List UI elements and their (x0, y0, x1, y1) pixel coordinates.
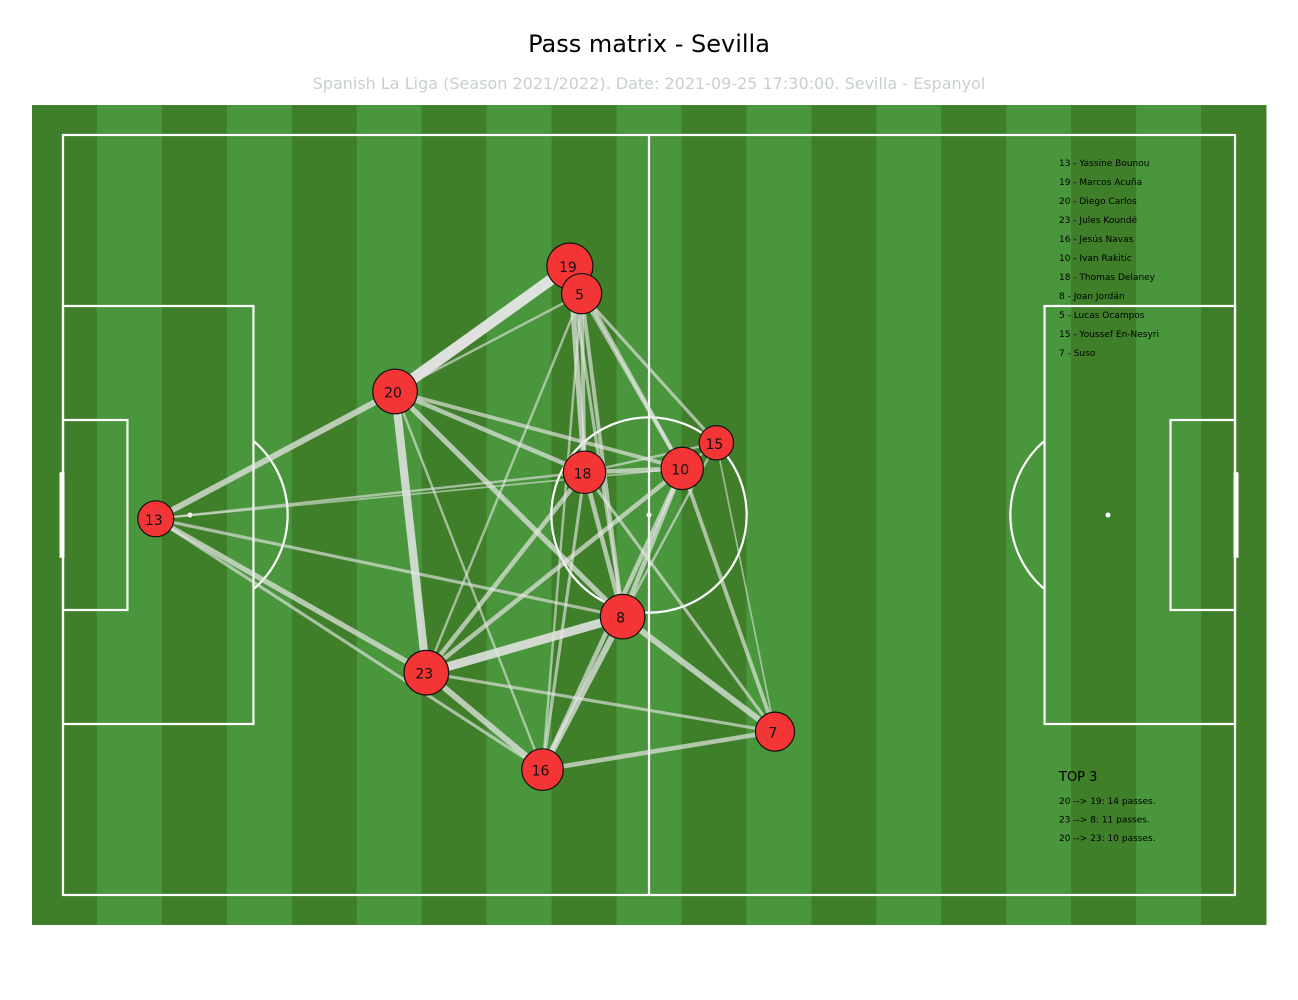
player-number-23: 23 (415, 667, 433, 683)
legend-entry: 10 - Ivan Rakitic (1059, 254, 1132, 264)
grass-stripe (811, 105, 877, 925)
legend-entry: 5 - Lucas Ocampos (1059, 311, 1145, 321)
legend-entry: 8 - Joan Jordán (1059, 292, 1125, 302)
pass-network-chart: 13 19 20 23 16 10 18 8 5 15 7 13 - Yassine Bounou 1… (32, 105, 1267, 925)
legend-entry: 19 - Marcos Acuña (1059, 178, 1142, 188)
top3-entry: 20 --> 23: 10 passes. (1059, 834, 1156, 844)
grass-stripe (941, 105, 1007, 925)
grass-stripe (876, 105, 942, 925)
player-number-5: 5 (575, 288, 584, 304)
grass-stripe (421, 105, 488, 925)
player-number-8: 8 (616, 611, 625, 627)
player-number-20: 20 (384, 386, 402, 402)
grass-stripe (32, 105, 98, 925)
player-number-15: 15 (705, 437, 723, 453)
grass-stripe (291, 105, 358, 925)
top3-entry: 23 --> 8: 11 passes. (1059, 816, 1150, 826)
legend-entry: 7 - Suso (1059, 349, 1096, 359)
grass-stripe (681, 105, 747, 925)
player-number-13: 13 (145, 513, 163, 529)
player-number-7: 7 (769, 726, 778, 742)
legend-entry: 16 - Jesús Navas (1059, 235, 1134, 245)
grass-stripe (226, 105, 293, 925)
top3-title: TOP 3 (1058, 770, 1097, 785)
legend-entry: 15 - Youssef En-Nesyri (1059, 330, 1159, 340)
player-number-18: 18 (574, 466, 592, 482)
player-number-10: 10 (671, 462, 689, 478)
top3-entry: 20 --> 19: 14 passes. (1059, 797, 1156, 807)
grass-stripe (746, 105, 812, 925)
centre-spot (646, 512, 652, 518)
player-number-16: 16 (532, 764, 550, 780)
legend-entry: 13 - Yassine Bounou (1059, 159, 1149, 169)
legend-entry: 23 - Jules Koundé (1059, 215, 1137, 226)
legend-entry: 20 - Diego Carlos (1059, 197, 1137, 207)
legend-entry: 18 - Thomas Delaney (1059, 273, 1156, 283)
player-number-19: 19 (559, 260, 577, 276)
right-penalty-spot (1105, 512, 1111, 518)
